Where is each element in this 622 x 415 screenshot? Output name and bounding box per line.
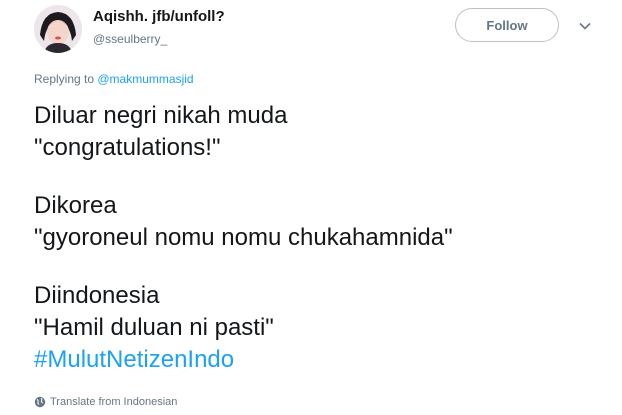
replying-to-label: Replying to xyxy=(34,72,98,86)
tweet-text: Diluar negri nikah muda "congratulations… xyxy=(34,100,614,376)
display-name[interactable]: Aqishh. jfb/unfoll? xyxy=(93,8,225,25)
user-handle[interactable]: @sseulberry_ xyxy=(93,32,167,46)
tweet-line: Dikorea xyxy=(34,192,117,219)
more-options-button[interactable] xyxy=(577,18,593,34)
translate-tweet[interactable]: Translate from Indonesian xyxy=(34,396,177,408)
replying-to: Replying to @makmummasjid xyxy=(34,72,194,86)
tweet-line: Diluar negri nikah muda xyxy=(34,102,288,129)
follow-button[interactable]: Follow xyxy=(455,8,559,42)
tweet-line: Diindonesia xyxy=(34,282,160,309)
tweet-line: "gyoroneul nomu nomu chukahamnida" xyxy=(34,224,453,251)
chevron-down-icon xyxy=(579,22,591,30)
reply-mention-link[interactable]: @makmummasjid xyxy=(97,72,193,86)
globe-icon xyxy=(34,396,46,408)
tweet-line: "Hamil duluan ni pasti" xyxy=(34,314,274,341)
hashtag-link[interactable]: #MulutNetizenIndo xyxy=(34,346,234,373)
translate-label[interactable]: Translate from Indonesian xyxy=(50,396,177,408)
avatar-icon xyxy=(34,5,82,53)
tweet-line: "congratulations!" xyxy=(34,134,221,161)
avatar[interactable] xyxy=(34,5,82,53)
tweet-header: Aqishh. jfb/unfoll? @sseulberry_ Follow xyxy=(0,0,622,60)
